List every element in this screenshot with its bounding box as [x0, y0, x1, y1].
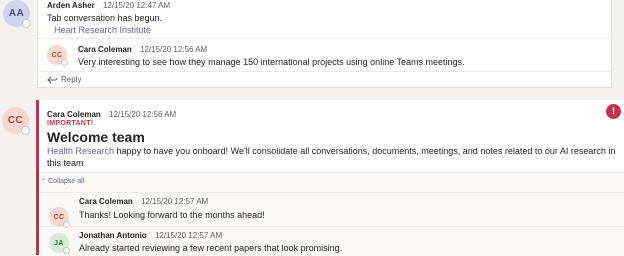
avatar[interactable]: JA	[49, 233, 70, 254]
channel-mention[interactable]: Health Research	[47, 146, 114, 156]
avatar[interactable]: AA	[3, 0, 31, 28]
timestamp: 12/15/20 12:57 AM	[141, 197, 209, 206]
avatar-initials: JA	[54, 239, 64, 247]
post-text: Tab conversation has begun.	[47, 13, 163, 23]
author-name[interactable]: Arden Asher	[47, 1, 95, 10]
alert-icon-glyph: !	[611, 106, 616, 117]
chevron-up-icon: ⌃	[41, 179, 47, 185]
collapse-all-button[interactable]: ⌃ Collapse all	[41, 178, 84, 185]
reply-text: Thanks! Looking forward to the months ah…	[79, 210, 265, 220]
post-text-line1: happy to have you onboard! We'll consoli…	[114, 146, 616, 156]
reply-header: Jonathan Antonio 12/15/20 12:57 AM	[79, 231, 222, 240]
reply-arrow-icon	[47, 76, 58, 83]
avatar[interactable]: CC	[47, 45, 68, 66]
timestamp: 12/15/20 12:57 AM	[154, 231, 223, 240]
avatar-initials: CC	[53, 213, 65, 221]
reply-text: Very interesting to see how they manage …	[78, 57, 465, 67]
reply-divider	[38, 71, 613, 72]
presence-status-icon	[63, 247, 70, 254]
reply-button[interactable]: Reply	[47, 75, 81, 84]
avatar-initials: CC	[51, 51, 63, 59]
reply-divider	[38, 38, 613, 39]
avatar-initials: AA	[8, 8, 25, 19]
post-subject: Welcome team	[47, 129, 145, 145]
presence-status-icon	[22, 19, 31, 28]
replies-section: ⌃ Collapse all CC Cara Coleman 12/15/20 …	[39, 172, 624, 256]
post-header: Arden Asher 12/15/20 12:47 AM	[47, 1, 170, 10]
author-name[interactable]: Jonathan Antonio	[79, 231, 147, 240]
thread-card: Cara Coleman 12/15/20 12:56 AM IMPORTANT…	[36, 100, 624, 256]
reply-text: Already started reviewing a few recent p…	[79, 243, 343, 253]
timestamp: 12/15/20 12:56 AM	[140, 45, 208, 54]
reply-header: Cara Coleman 12/15/20 12:56 AM	[78, 45, 207, 54]
author-name[interactable]: Cara Coleman	[47, 110, 101, 119]
post-text-line2: this team	[47, 158, 84, 168]
importance-label: IMPORTANT!	[47, 120, 94, 127]
avatar-initials: CC	[7, 115, 24, 126]
reply-label: Reply	[61, 75, 82, 84]
author-name[interactable]: Cara Coleman	[79, 197, 133, 206]
thread-card: Arden Asher 12/15/20 12:47 AM Tab conver…	[37, 0, 613, 88]
post-text: Health Research happy to have you onboar…	[47, 146, 615, 156]
important-alert-icon: !	[606, 104, 621, 119]
reply-divider	[39, 192, 624, 193]
collapse-all-label: Collapse all	[48, 178, 85, 185]
reply-header: Cara Coleman 12/15/20 12:57 AM	[79, 197, 208, 206]
timestamp: 12/15/20 12:56 AM	[109, 110, 177, 119]
presence-status-icon	[61, 59, 68, 66]
timestamp: 12/15/20 12:47 AM	[102, 1, 171, 10]
avatar[interactable]: CC	[49, 207, 70, 228]
post-header: Cara Coleman 12/15/20 12:56 AM	[47, 110, 176, 119]
reply-divider	[39, 226, 624, 227]
post-link[interactable]: Heart Research Institute	[54, 25, 151, 35]
presence-status-icon	[21, 126, 30, 135]
author-name[interactable]: Cara Coleman	[78, 45, 132, 54]
avatar[interactable]: CC	[2, 107, 30, 135]
